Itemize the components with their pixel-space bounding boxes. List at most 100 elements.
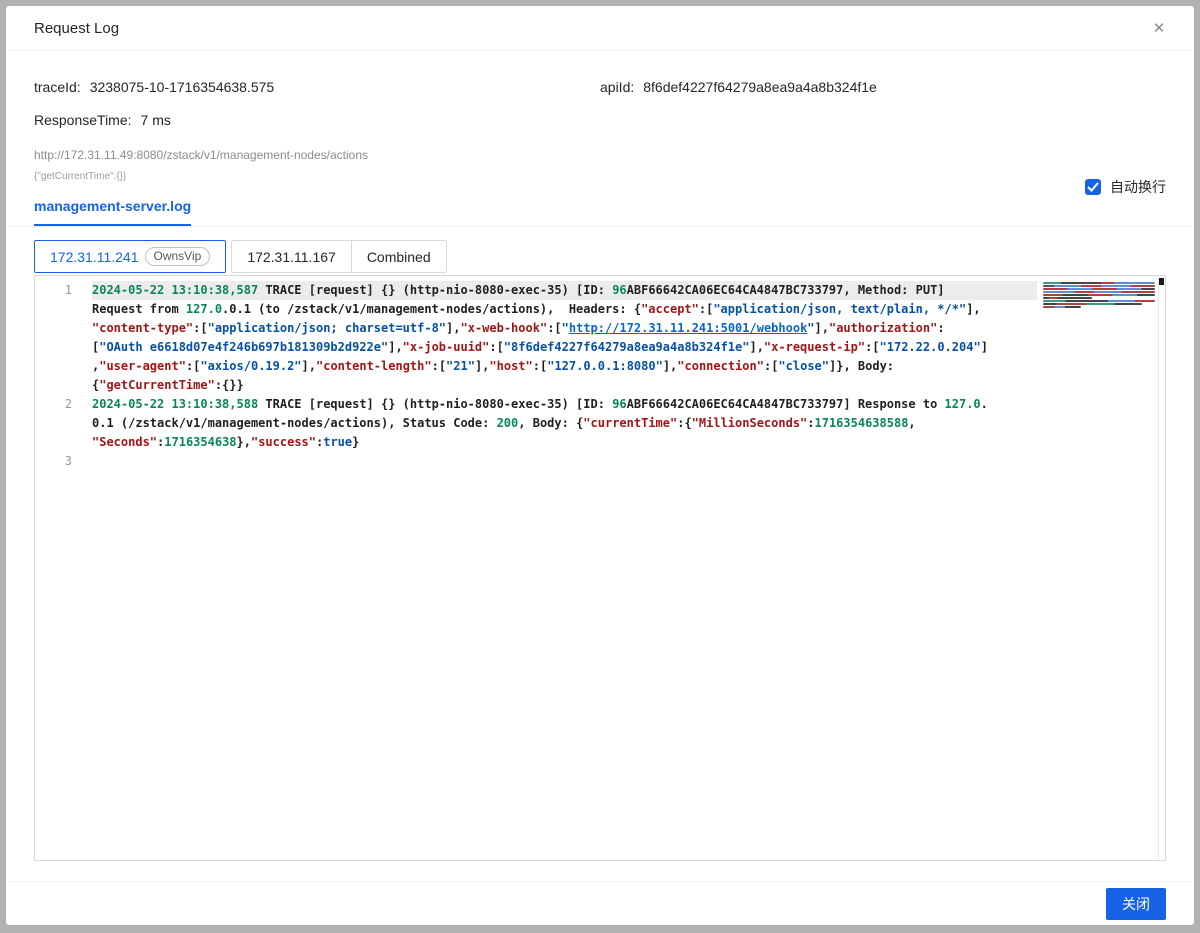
log-token-str: " [562, 321, 569, 335]
log-token-str: "127.0.0.1:8080" [547, 359, 663, 373]
log-scrollbar[interactable] [1158, 276, 1165, 860]
log-token-num: 1716354638 [164, 435, 236, 449]
log-line: 3 [35, 452, 1037, 471]
server-button-label: 172.31.11.167 [247, 249, 336, 265]
server-button-241[interactable]: 172.31.11.241 OwnsVip [34, 240, 226, 273]
log-row: 2024-05-22 13:10:38,588 TRACE [request] … [92, 395, 1037, 414]
log-token-plain: } [352, 435, 359, 449]
log-row: Request from 127.0.0.1 (to /zstack/v1/ma… [92, 300, 1037, 319]
log-token-num: 127.0 [945, 397, 981, 411]
log-token-plain: . [981, 397, 988, 411]
log-token-plain: ], [815, 321, 829, 335]
log-viewer[interactable]: 12024-05-22 13:10:38,587 TRACE [request]… [34, 275, 1166, 861]
log-token-key: "content-type" [92, 321, 193, 335]
log-token-plain: : [937, 321, 944, 335]
line-number: 2 [35, 395, 92, 452]
line-number: 1 [35, 281, 92, 395]
close-button[interactable]: 关闭 [1106, 888, 1166, 920]
log-token-plain: :{}} [215, 378, 244, 392]
server-button-167[interactable]: 172.31.11.167 [231, 240, 352, 273]
log-row: ["OAuth e6618d07e4f246b697b181309b2d922e… [92, 338, 1037, 357]
log-token-plain: Request from [92, 302, 186, 316]
log-token-plain: 0.1 (/zstack/v1/management-nodes/actions… [92, 416, 497, 430]
check-icon [1087, 182, 1099, 192]
log-line: 12024-05-22 13:10:38,587 TRACE [request]… [35, 281, 1037, 395]
log-token-key: "connection" [677, 359, 764, 373]
request-log-dialog: Request Log ✕ traceId: 3238075-10-171635… [6, 6, 1194, 925]
log-token-plain: :[ [193, 321, 207, 335]
close-icon[interactable]: ✕ [1148, 18, 1170, 40]
log-token-plain: :[ [186, 359, 200, 373]
log-token-plain: :[ [699, 302, 713, 316]
log-row: "Seconds":1716354638},"success":true} [92, 433, 1037, 452]
auto-wrap-checkbox[interactable]: 自动换行 [1085, 177, 1166, 197]
log-token-link: http://172.31.11.241:5001/webhook [569, 321, 807, 335]
log-token-ts: 2024-05-22 13:10:38,587 [92, 283, 258, 297]
log-row: 0.1 (/zstack/v1/management-nodes/actions… [92, 414, 1037, 433]
log-token-key: "authorization" [829, 321, 937, 335]
log-line: 22024-05-22 13:10:38,588 TRACE [request]… [35, 395, 1037, 452]
log-token-key: "content-length" [316, 359, 432, 373]
owns-vip-badge: OwnsVip [145, 247, 211, 266]
response-time-row: ResponseTime: 7 ms [34, 112, 1166, 128]
log-row: {"getCurrentTime":{}} [92, 376, 1037, 395]
log-token-plain: :[ [533, 359, 547, 373]
log-token-plain: ]}, Body: [829, 359, 894, 373]
log-token-str: "21" [446, 359, 475, 373]
log-token-plain: ], [749, 340, 763, 354]
auto-wrap-label: 自动换行 [1110, 177, 1166, 197]
log-token-plain: :[ [547, 321, 561, 335]
log-token-plain: ] [981, 340, 988, 354]
log-token-plain: ], [388, 340, 402, 354]
log-token-plain: :{ [677, 416, 691, 430]
log-row: 2024-05-22 13:10:38,587 TRACE [request] … [92, 281, 1037, 300]
api-id-row: apiId: 8f6def4227f64279a8ea9a4a8b324f1e [600, 79, 1166, 95]
log-token-key: "getCurrentTime" [99, 378, 215, 392]
response-time-value: 7 ms [141, 112, 171, 128]
server-button-combined[interactable]: Combined [352, 240, 447, 273]
log-token-key: "accept" [641, 302, 699, 316]
log-token-num: 127.0 [186, 302, 222, 316]
response-time-label: ResponseTime: [34, 112, 132, 128]
log-token-key: "user-agent" [99, 359, 186, 373]
log-token-key: "success" [251, 435, 316, 449]
log-row: "content-type":["application/json; chars… [92, 319, 1037, 338]
api-id-label: apiId: [600, 79, 634, 95]
line-number: 3 [35, 452, 92, 471]
log-token-str: "application/json, text/plain, */*" [713, 302, 966, 316]
log-token-plain: :[ [865, 340, 879, 354]
log-scrollbar-thumb[interactable] [1159, 278, 1164, 285]
log-token-plain: : [807, 416, 814, 430]
log-token-plain: :[ [432, 359, 446, 373]
server-selector: 172.31.11.241 OwnsVip 172.31.11.167 Comb… [34, 240, 1166, 273]
request-payload: {"getCurrentTime":{}} [34, 171, 1166, 182]
log-token-str: "application/json; charset=utf-8" [208, 321, 446, 335]
dialog-footer: 关闭 [6, 881, 1194, 925]
log-token-key: "x-web-hook" [460, 321, 547, 335]
log-token-plain: ], [966, 302, 980, 316]
log-token-plain: ], [475, 359, 489, 373]
api-id-value: 8f6def4227f64279a8ea9a4a8b324f1e [643, 79, 877, 95]
dialog-header: Request Log ✕ [6, 6, 1194, 51]
checkbox-checked-icon[interactable] [1085, 179, 1101, 195]
log-token-plain: ], [446, 321, 460, 335]
tab-management-server-log[interactable]: management-server.log [34, 198, 191, 226]
log-token-plain: }, [237, 435, 251, 449]
log-token-num: 96 [612, 283, 626, 297]
trace-id-row: traceId: 3238075-10-1716354638.575 [34, 79, 600, 95]
log-token-plain: :[ [489, 340, 503, 354]
log-token-plain: ABF66642CA06EC64CA4847BC733797] Response… [627, 397, 945, 411]
log-token-key: "MillionSeconds" [692, 416, 808, 430]
server-button-label: Combined [367, 249, 431, 265]
log-token-num: 200 [497, 416, 519, 430]
request-url: http://172.31.11.49:8080/zstack/v1/manag… [34, 148, 1166, 162]
log-content: 12024-05-22 13:10:38,587 TRACE [request]… [35, 281, 1037, 471]
log-token-plain: .0.1 (to /zstack/v1/management-nodes/act… [222, 302, 641, 316]
minimap[interactable] [1043, 282, 1155, 309]
log-row: ,"user-agent":["axios/0.19.2"],"content-… [92, 357, 1037, 376]
request-info-section: traceId: 3238075-10-1716354638.575 apiId… [6, 51, 1194, 182]
log-token-str: "172.22.0.204" [880, 340, 981, 354]
log-token-key: "currentTime" [583, 416, 677, 430]
log-token-num: 1716354638588 [815, 416, 909, 430]
log-token-str: "OAuth e6618d07e4f246b697b181309b2d922e" [99, 340, 388, 354]
